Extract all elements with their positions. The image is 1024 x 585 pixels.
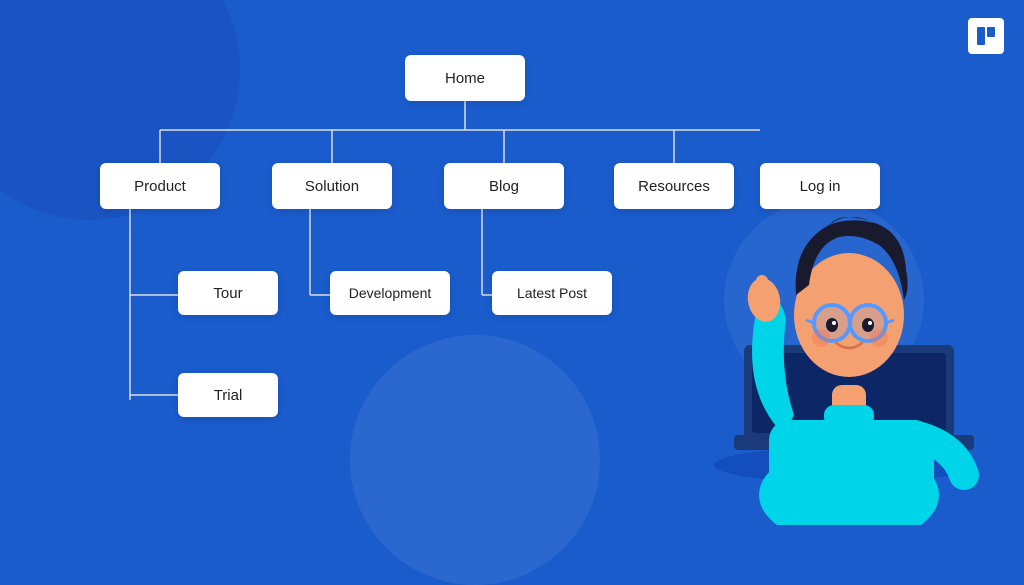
node-trial: Trial [178,373,278,417]
character-illustration [674,105,1014,525]
node-tour: Tour [178,271,278,315]
logo-icon [968,18,1004,54]
node-latestpost: Latest Post [492,271,612,315]
node-solution: Solution [272,163,392,209]
node-home: Home [405,55,525,101]
node-blog: Blog [444,163,564,209]
node-development: Development [330,271,450,315]
node-product: Product [100,163,220,209]
